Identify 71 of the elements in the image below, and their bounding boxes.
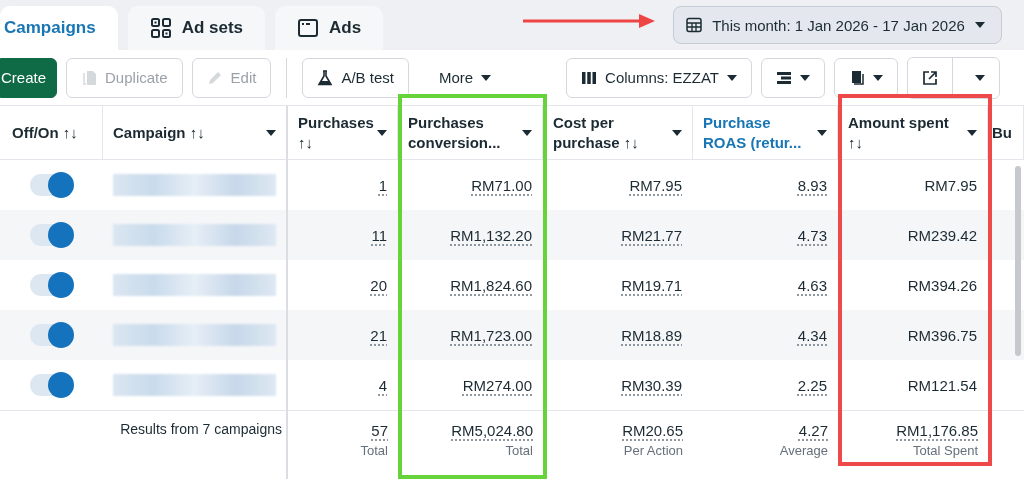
ab-test-button[interactable]: A/B test (302, 57, 409, 98)
pencil-icon (206, 69, 223, 86)
table-cell: RM274.00 (462, 376, 532, 394)
table-cell: 21 (370, 326, 387, 344)
total-caption: Total (505, 443, 533, 458)
toggle-switch[interactable] (30, 324, 72, 346)
table-cell: RM239.42 (907, 226, 977, 244)
total-caption: Per Action (623, 443, 683, 458)
grid-icon (149, 17, 172, 39)
table-cell: RM18.89 (621, 326, 682, 344)
caret-icon (481, 74, 492, 81)
caret-icon (800, 74, 810, 81)
table-cell: RM1,723.00 (450, 326, 532, 344)
columns-button[interactable]: Columns: EZZAT (566, 57, 752, 98)
caret-icon (727, 74, 737, 81)
table-cell: RM21.77 (621, 226, 682, 244)
table-cell: 11 (371, 226, 387, 244)
export-icon (922, 69, 938, 86)
window-icon (297, 17, 320, 39)
reports-icon (849, 69, 865, 86)
create-button[interactable]: Create (0, 57, 58, 98)
total-value: RM1,176.85 (896, 422, 978, 439)
columns-icon (581, 69, 598, 86)
date-range-button[interactable]: This month: 1 Jan 2026 - 17 Jan 2026 (673, 6, 1002, 44)
caret-icon (974, 22, 985, 28)
column-header[interactable]: Off/On ↑↓ (0, 106, 103, 160)
table-cell: RM19.71 (621, 276, 682, 294)
total-caption: Total Spent (912, 443, 978, 458)
column-header[interactable]: Purchases ↑↓ (288, 106, 398, 160)
table-cell: 4.63 (797, 276, 827, 294)
tab[interactable]: Campaigns (0, 6, 118, 50)
column-header[interactable]: Campaign ↑↓ (103, 106, 288, 160)
table-cell: 8.93 (797, 176, 827, 194)
table-cell: RM394.26 (907, 276, 977, 294)
reports-button[interactable] (834, 57, 898, 98)
calendar-icon (686, 17, 703, 33)
total-value: 4.27 (798, 422, 828, 439)
tab[interactable]: Ads (275, 6, 384, 50)
toggle-switch[interactable] (30, 174, 72, 196)
toggle-switch[interactable] (30, 224, 72, 246)
table-cell: 4.34 (797, 326, 827, 344)
toggle-switch[interactable] (30, 374, 72, 396)
table-cell: RM1,824.60 (450, 276, 532, 294)
total-value: RM20.65 (622, 422, 683, 439)
tab[interactable]: Ad sets (127, 6, 266, 50)
breakdown-button[interactable] (761, 57, 825, 98)
copy-icon (81, 69, 98, 86)
table-cell: RM1,132.20 (450, 226, 532, 244)
table-cell: RM7.95 (924, 176, 977, 194)
total-value: RM5,024.80 (451, 422, 533, 439)
table-cell: 20 (370, 276, 387, 294)
caret-icon (975, 74, 985, 81)
table-cell: 4 (378, 376, 387, 394)
table-cell: RM71.00 (471, 176, 532, 194)
table-cell: RM121.54 (907, 376, 977, 394)
scrollbar[interactable] (1015, 166, 1021, 356)
table-cell: 1 (378, 176, 387, 194)
toggle-switch[interactable] (30, 274, 72, 296)
flask-icon (317, 69, 334, 86)
caret-icon (873, 74, 883, 81)
results-summary: Results from 7 campaigns (120, 421, 282, 437)
breakdown-icon (776, 69, 792, 86)
table-cell: 2.25 (797, 376, 827, 394)
total-caption: Total (360, 443, 388, 458)
column-header[interactable]: Purchase ROAS (retur... (693, 106, 838, 160)
total-value: 57 (371, 422, 388, 439)
total-caption: Average (779, 443, 828, 458)
table-cell: RM7.95 (629, 176, 682, 194)
table-cell: 4.73 (797, 226, 827, 244)
table-cell: RM396.75 (907, 326, 977, 344)
table-cell: RM30.39 (621, 376, 682, 394)
